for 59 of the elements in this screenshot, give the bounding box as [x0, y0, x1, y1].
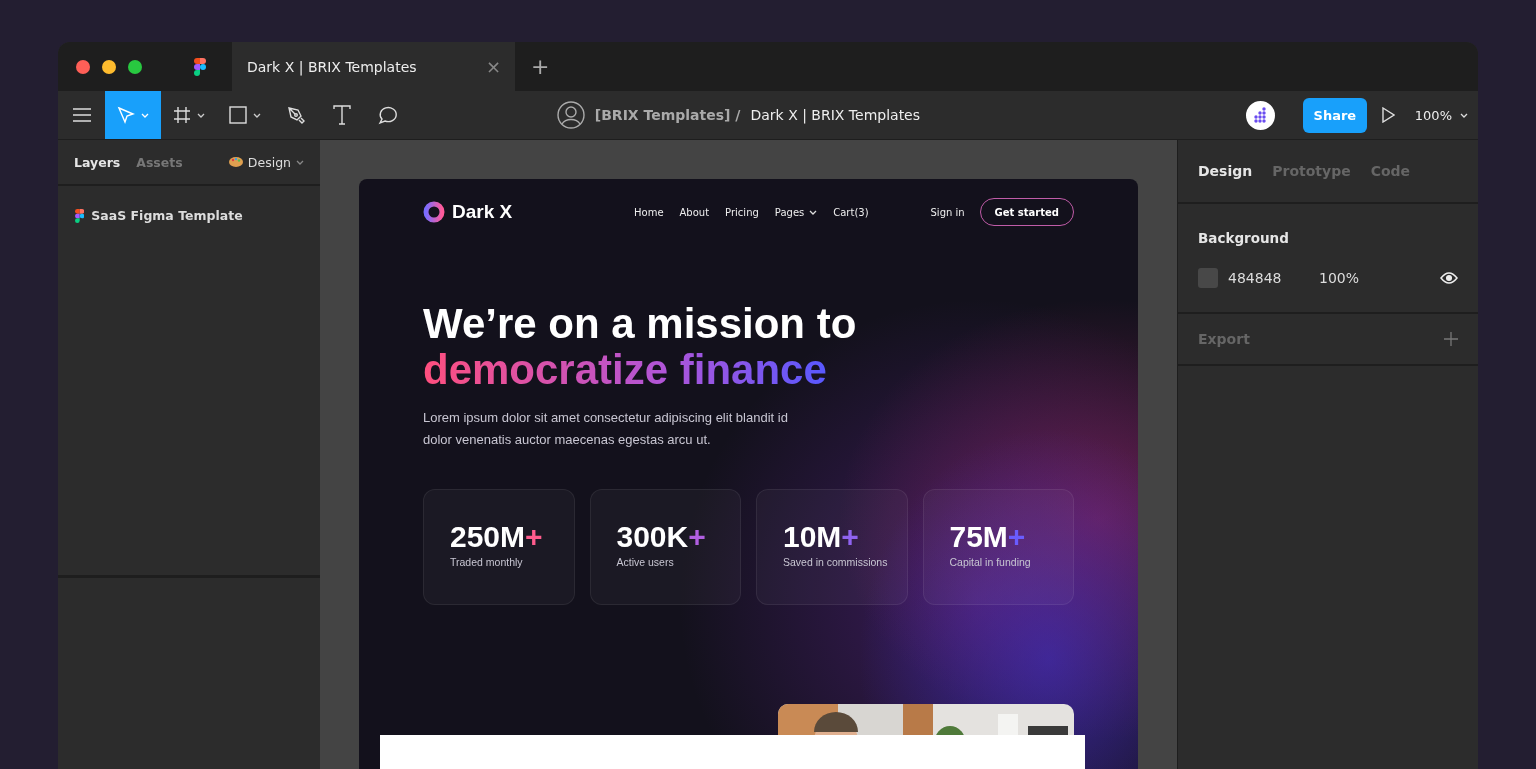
logo-icon [423, 201, 445, 223]
sign-in-link[interactable]: Sign in [930, 206, 965, 218]
section-title: Background [1198, 230, 1290, 246]
play-icon[interactable] [1380, 107, 1395, 123]
nav-link[interactable]: Pages [774, 206, 818, 218]
color-swatch[interactable] [1198, 268, 1218, 288]
stat-value: 300K+ [616, 520, 707, 554]
stat-label: Saved in commissions [783, 556, 889, 568]
stat-value: 250M+ [450, 520, 544, 554]
section-title: Export [1198, 331, 1250, 347]
hex-value[interactable]: 484848 [1228, 270, 1319, 286]
stat-label: Capital in funding [949, 556, 1032, 568]
file-tab[interactable]: Dark X | BRIX Templates × [232, 42, 515, 91]
avatar-icon[interactable] [1245, 100, 1275, 130]
nav-link[interactable]: Home [634, 206, 664, 218]
figma-logo-icon [75, 208, 85, 223]
palette-icon [228, 156, 243, 168]
caret-icon [197, 112, 205, 118]
stat-value: 10M+ [783, 520, 860, 554]
new-tab-button[interactable]: + [531, 54, 550, 79]
caret-icon [253, 112, 261, 118]
file-name[interactable]: Dark X | BRIX Templates [750, 107, 921, 123]
nav-link[interactable]: About [679, 206, 710, 218]
user-icon[interactable] [556, 101, 585, 129]
caret-icon [296, 159, 304, 165]
opacity-value[interactable]: 100% [1319, 270, 1360, 286]
layer-item[interactable]: SaaS Figma Template [75, 208, 303, 223]
frame-icon [173, 106, 191, 124]
add-icon[interactable] [1444, 332, 1458, 346]
comment-icon [377, 105, 399, 125]
window-control-icon[interactable] [102, 59, 116, 74]
window-control-icon[interactable] [76, 59, 90, 74]
stat-value: 75M+ [949, 520, 1027, 554]
menu-icon[interactable] [72, 108, 91, 122]
stat-label: Traded monthly [450, 556, 524, 568]
pen-icon [287, 106, 305, 124]
caret-icon [1460, 112, 1468, 118]
text-icon [333, 105, 351, 125]
pointer-icon [117, 106, 135, 124]
tab-title: Dark X | BRIX Templates [247, 58, 417, 75]
figma-logo-icon [194, 57, 206, 76]
eye-icon[interactable] [1440, 272, 1458, 284]
hero-heading: We’re on a mission to [423, 301, 857, 347]
caret-icon [809, 209, 818, 215]
close-tab-button[interactable]: × [485, 56, 501, 77]
zoom-menu[interactable]: 100% [1414, 107, 1468, 123]
stat-label: Active users [616, 556, 675, 568]
page-menu[interactable]: Design [228, 154, 304, 170]
nav-link[interactable]: Cart(3) [833, 206, 869, 218]
get-started-button[interactable]: Get started [979, 198, 1074, 226]
brand-name: Dark X [452, 201, 513, 223]
window-control-icon[interactable] [128, 59, 142, 74]
nav-link[interactable]: Pricing [725, 206, 759, 218]
caret-icon [141, 112, 149, 118]
rectangle-icon [229, 106, 247, 124]
panel-tab[interactable]: Layers [74, 154, 121, 170]
team-name[interactable]: [BRIX Templates] / [594, 107, 741, 123]
panel-tab[interactable]: Design [1198, 163, 1253, 179]
hero-description: Lorem ipsum dolor sit amet consectetur adipiscing elit blandit id dolor venenatis auctor maecenas egestas arcu ut. [423, 409, 789, 449]
